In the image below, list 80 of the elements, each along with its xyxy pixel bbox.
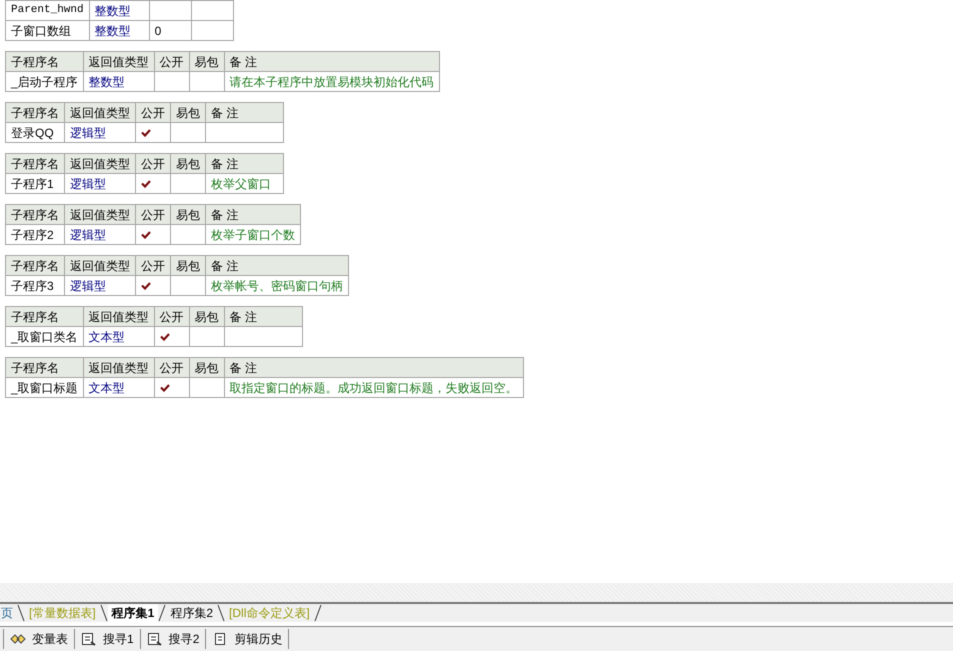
column-header: 备 注 bbox=[206, 102, 284, 122]
tab-separator-icon bbox=[314, 604, 322, 622]
column-header: 返回值类型 bbox=[83, 306, 154, 326]
subprogram-name: 登录QQ bbox=[6, 122, 64, 142]
tab-separator-icon bbox=[217, 604, 226, 622]
subprogram-name: _启动子程序 bbox=[6, 72, 84, 92]
checkmark-icon bbox=[141, 231, 151, 240]
column-header: 子程序名 bbox=[6, 256, 64, 276]
column-header: 备 注 bbox=[224, 358, 524, 378]
column-header: 备 注 bbox=[224, 52, 440, 72]
variable-name: 子窗口数组 bbox=[6, 20, 90, 40]
column-header: 易包 bbox=[170, 102, 206, 122]
tab-separator-icon bbox=[100, 604, 108, 622]
note-cell: 取指定窗口的标题。成功返回窗口标题，失败返回空。 bbox=[224, 378, 524, 398]
checkmark-icon bbox=[160, 333, 170, 342]
column-header: 公开 bbox=[136, 204, 170, 224]
column-header: 易包 bbox=[170, 154, 206, 174]
column-header: 易包 bbox=[170, 256, 206, 276]
panel-tab[interactable]: 搜寻1 bbox=[74, 629, 141, 649]
checkmark-icon bbox=[141, 282, 151, 290]
checkmark-icon bbox=[141, 180, 151, 188]
search-icon bbox=[81, 632, 97, 646]
column-header: 子程序名 bbox=[6, 306, 84, 326]
type-cell: 逻辑型 bbox=[64, 122, 136, 142]
column-header: 公开 bbox=[136, 102, 170, 122]
editor-tab[interactable]: 程序集2 bbox=[166, 604, 218, 622]
column-header: 公开 bbox=[136, 154, 170, 174]
note-cell: 枚举子窗口个数 bbox=[206, 224, 300, 244]
note-cell: 请在本子程序中放置易模块初始化代码 bbox=[224, 72, 440, 92]
subprogram-name: 子程序1 bbox=[6, 174, 64, 194]
checkmark-icon bbox=[141, 129, 151, 138]
panel-tab[interactable]: 变量表 bbox=[3, 629, 75, 649]
diamonds-icon bbox=[10, 632, 26, 646]
subprogram-name: _取窗口标题 bbox=[6, 378, 84, 398]
column-header: 返回值类型 bbox=[83, 358, 154, 378]
subprogram-name: _取窗口类名 bbox=[6, 326, 84, 346]
type-cell: 整数型 bbox=[89, 20, 150, 40]
column-header: 返回值类型 bbox=[64, 102, 136, 122]
column-header: 返回值类型 bbox=[64, 256, 136, 276]
column-header: 公开 bbox=[154, 358, 190, 378]
panel-tab[interactable]: 搜寻2 bbox=[140, 629, 206, 649]
column-header: 子程序名 bbox=[6, 102, 64, 122]
type-cell: 整数型 bbox=[83, 72, 154, 92]
column-header: 公开 bbox=[154, 306, 190, 326]
type-cell: 文本型 bbox=[83, 378, 154, 398]
column-header: 子程序名 bbox=[6, 358, 84, 378]
checkmark-icon bbox=[160, 384, 170, 392]
column-header: 公开 bbox=[154, 52, 190, 72]
type-cell: 逻辑型 bbox=[64, 276, 136, 296]
column-header: 备 注 bbox=[206, 204, 300, 224]
column-header: 易包 bbox=[189, 306, 224, 326]
column-header: 子程序名 bbox=[6, 154, 64, 174]
tab-separator-icon bbox=[17, 604, 25, 622]
editor-tab[interactable]: 页 bbox=[0, 604, 17, 622]
column-header: 备 注 bbox=[206, 154, 284, 174]
column-header: 返回值类型 bbox=[83, 52, 154, 72]
column-header: 返回值类型 bbox=[64, 204, 136, 224]
type-cell: 文本型 bbox=[83, 326, 154, 346]
variable-name: Parent_hwnd bbox=[6, 0, 90, 20]
column-header: 易包 bbox=[189, 52, 224, 72]
column-header: 易包 bbox=[170, 204, 206, 224]
value-cell: 0 bbox=[149, 20, 192, 40]
panel-tab[interactable]: 剪辑历史 bbox=[205, 629, 290, 649]
column-header: 返回值类型 bbox=[64, 154, 136, 174]
type-cell: 逻辑型 bbox=[64, 224, 136, 244]
type-cell: 逻辑型 bbox=[64, 174, 136, 194]
search-icon bbox=[146, 632, 163, 646]
column-header: 易包 bbox=[189, 358, 224, 378]
column-header: 公开 bbox=[136, 256, 170, 276]
subprogram-name: 子程序3 bbox=[6, 276, 64, 296]
tab-separator-icon bbox=[158, 604, 166, 622]
column-header: 子程序名 bbox=[6, 204, 64, 224]
type-cell: 整数型 bbox=[89, 0, 150, 20]
note-cell: 枚举父窗口 bbox=[206, 174, 284, 194]
column-header: 子程序名 bbox=[6, 52, 84, 72]
subprogram-name: 子程序2 bbox=[6, 224, 64, 244]
column-header: 备 注 bbox=[224, 306, 302, 326]
note-cell: 枚举帐号、密码窗口句柄 bbox=[206, 276, 348, 296]
column-header: 备 注 bbox=[206, 256, 348, 276]
editor-tab[interactable]: 程序集1 bbox=[108, 604, 158, 622]
